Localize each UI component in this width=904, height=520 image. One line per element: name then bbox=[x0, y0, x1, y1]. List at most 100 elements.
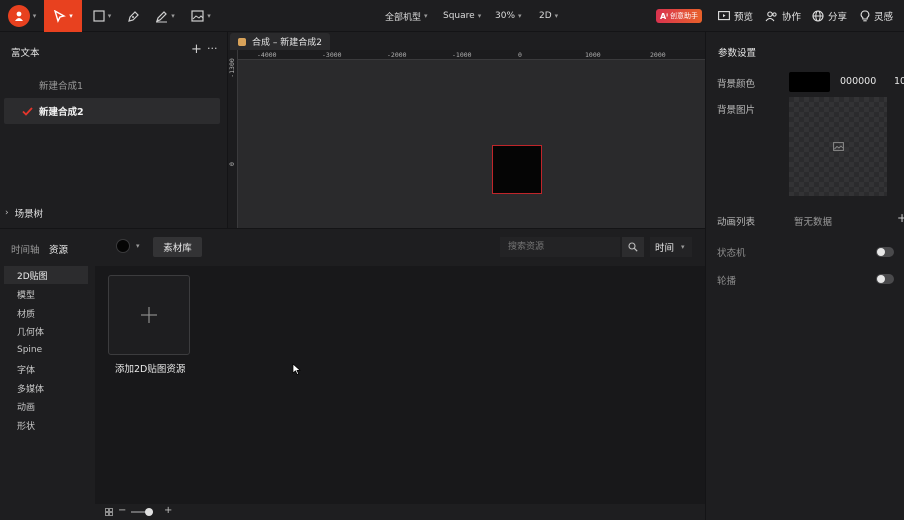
artboard[interactable] bbox=[492, 145, 542, 194]
category-media[interactable]: 多媒体 bbox=[4, 379, 88, 397]
canvas-tab[interactable]: 合成 – 新建合成2 bbox=[230, 33, 330, 50]
state-machine-label: 状态机 bbox=[717, 248, 746, 259]
category-list: 2D贴图 模型 材质 几何体 Spine 字体 多媒体 动画 形状 bbox=[0, 266, 95, 520]
zoom-select[interactable]: 30% ▾ bbox=[495, 0, 522, 32]
asset-library-button[interactable]: 素材库 bbox=[153, 237, 202, 257]
search-input[interactable] bbox=[500, 237, 620, 257]
canvas-area[interactable]: 合成 – 新建合成2 -4000 -3000 -2000 -1000 0 100… bbox=[228, 32, 705, 228]
grid-icon[interactable] bbox=[105, 508, 113, 516]
carousel-toggle[interactable] bbox=[876, 274, 894, 284]
bg-color-label: 背景颜色 bbox=[717, 79, 756, 90]
bg-image-label: 背景图片 bbox=[717, 105, 756, 116]
search-button[interactable] bbox=[622, 237, 644, 257]
brush-tool-button[interactable]: ▾ bbox=[150, 0, 180, 32]
zoom-out-icon[interactable]: − bbox=[118, 505, 126, 516]
ruler-tick: 1000 bbox=[585, 51, 601, 59]
chevron-down-icon: ▾ bbox=[424, 12, 428, 20]
chevron-down-icon: ▾ bbox=[207, 12, 211, 20]
chevron-down-icon: ▾ bbox=[477, 12, 482, 20]
zoom-slider-thumb[interactable] bbox=[145, 508, 153, 516]
category-model[interactable]: 模型 bbox=[4, 285, 88, 303]
composition-panel: 富文本 + ··· 新建合成1 新建合成2 › 场景树 bbox=[0, 32, 228, 228]
composition-icon bbox=[238, 37, 246, 46]
tab-resources[interactable]: 资源 bbox=[49, 242, 68, 256]
monitor-icon bbox=[718, 11, 730, 21]
canvas-tab-bar: 合成 – 新建合成2 bbox=[228, 32, 705, 50]
filter-dropdown[interactable]: ▾ bbox=[116, 239, 140, 253]
add-2d-texture-tile[interactable] bbox=[108, 275, 190, 355]
view-mode-select[interactable]: 2D ▾ bbox=[539, 0, 558, 32]
sort-select[interactable]: 时间 ▾ bbox=[650, 237, 692, 257]
ruler-tick: -2000 bbox=[387, 51, 407, 59]
category-label: 字体 bbox=[17, 365, 36, 376]
select-tool-button[interactable]: ▾ bbox=[44, 0, 82, 32]
state-machine-toggle[interactable] bbox=[876, 247, 894, 257]
resource-toolbar: 时间轴 资源 ▾ 素材库 时间 ▾ bbox=[0, 228, 705, 266]
composition-item-1[interactable]: 新建合成1 bbox=[4, 72, 220, 98]
zoom-in-icon[interactable]: + bbox=[164, 505, 172, 516]
bg-color-swatch[interactable] bbox=[789, 72, 830, 92]
category-animation[interactable]: 动画 bbox=[4, 397, 88, 415]
badge-label: 创意助手 bbox=[669, 12, 698, 20]
shape-select[interactable]: Square ▾ bbox=[443, 0, 481, 32]
asset-library-label: 素材库 bbox=[163, 243, 192, 254]
shape-label: Square bbox=[443, 11, 475, 21]
zoom-label: 30% bbox=[495, 11, 516, 21]
category-label: 2D贴图 bbox=[17, 271, 48, 282]
ruler-tick: 0 bbox=[518, 51, 522, 59]
bg-color-value[interactable]: 000000 bbox=[840, 76, 876, 87]
composition-item-2[interactable]: 新建合成2 bbox=[4, 98, 220, 124]
bg-opacity-value[interactable]: 10 bbox=[894, 76, 904, 87]
filter-color-dot bbox=[116, 239, 130, 253]
horizontal-ruler: -4000 -3000 -2000 -1000 0 1000 2000 bbox=[238, 50, 705, 60]
share-label: 分享 bbox=[828, 12, 848, 23]
brush-icon bbox=[156, 10, 168, 22]
ruler-tick: -4000 bbox=[257, 51, 277, 59]
mouse-cursor-icon bbox=[292, 363, 301, 375]
lightbulb-icon bbox=[860, 10, 870, 22]
plus-icon bbox=[141, 307, 157, 323]
preview-button[interactable]: 预览 bbox=[718, 0, 753, 32]
collaborate-button[interactable]: 协作 bbox=[765, 0, 801, 32]
share-button[interactable]: 分享 bbox=[812, 0, 847, 32]
category-label: 材质 bbox=[17, 309, 36, 320]
chevron-down-icon: ▾ bbox=[554, 12, 559, 20]
top-toolbar: ▾ ▾ ▾ ▾ ▾ 全部机型 ▾ Square ▾ 30% ▾ 2D ▾ Aⁱ 创意助手… bbox=[0, 0, 904, 32]
inspiration-label: 灵感 bbox=[874, 12, 894, 23]
cursor-icon bbox=[54, 9, 67, 23]
more-icon[interactable]: ··· bbox=[207, 42, 218, 55]
ruler-tick: -1000 bbox=[452, 51, 472, 59]
asset-grid: 添加2D贴图资源 bbox=[95, 266, 705, 504]
bg-image-dropzone[interactable] bbox=[789, 97, 887, 196]
panel-title: 富文本 bbox=[11, 48, 40, 59]
device-model-label: 全部机型 bbox=[385, 12, 422, 23]
logo-menu[interactable]: ▾ bbox=[4, 0, 40, 32]
category-2d-texture[interactable]: 2D贴图 bbox=[4, 266, 88, 284]
animation-list-label: 动画列表 bbox=[717, 217, 756, 228]
rectangle-icon bbox=[93, 10, 105, 22]
ruler-tick: -1300 bbox=[227, 58, 236, 78]
scene-tree-toggle[interactable]: › 场景树 bbox=[5, 206, 43, 220]
category-label: 几何体 bbox=[17, 327, 45, 338]
chevron-down-icon: ▾ bbox=[69, 12, 73, 20]
inspiration-button[interactable]: 灵感 bbox=[860, 0, 893, 32]
chevron-down-icon: ▾ bbox=[171, 12, 175, 20]
category-geometry[interactable]: 几何体 bbox=[4, 322, 88, 340]
chevron-right-icon: › bbox=[5, 208, 9, 218]
add-icon[interactable]: + bbox=[191, 42, 202, 57]
category-material[interactable]: 材质 bbox=[4, 304, 88, 322]
settings-panel: 参数设置 背景颜色 000000 10 背景图片 动画列表 暂无数据 + 状态机… bbox=[705, 32, 904, 520]
ruler-tick: -3000 bbox=[322, 51, 342, 59]
category-label: 多媒体 bbox=[17, 384, 45, 395]
collaborate-label: 协作 bbox=[782, 12, 802, 23]
tab-timeline[interactable]: 时间轴 bbox=[11, 242, 40, 256]
image-tool-button[interactable]: ▾ bbox=[186, 0, 216, 32]
category-shape[interactable]: 形状 bbox=[4, 416, 88, 434]
device-model-select[interactable]: 全部机型 ▾ bbox=[385, 0, 428, 32]
category-font[interactable]: 字体 bbox=[4, 360, 88, 378]
rectangle-tool-button[interactable]: ▾ bbox=[86, 0, 118, 32]
add-animation-icon[interactable]: + bbox=[897, 211, 904, 225]
category-spine[interactable]: Spine bbox=[4, 341, 88, 359]
creative-assistant-badge[interactable]: Aⁱ 创意助手 bbox=[656, 9, 702, 23]
pen-tool-button[interactable] bbox=[122, 0, 144, 32]
